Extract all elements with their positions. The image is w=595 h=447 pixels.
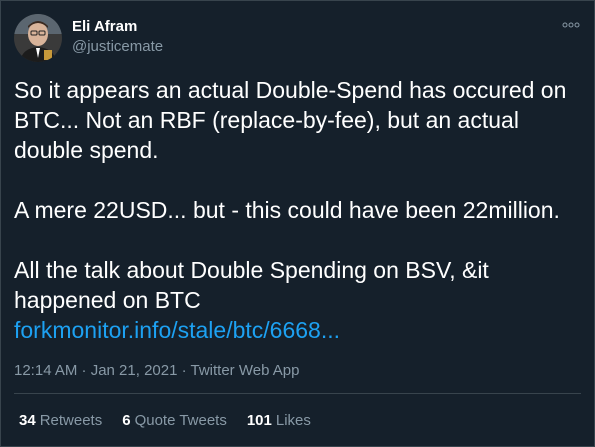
author-handle[interactable]: @justicemate [72,37,163,57]
avatar[interactable] [14,14,62,62]
tweet-card: Eli Afram @justicemate So it appears an … [0,0,595,447]
author-display-name[interactable]: Eli Afram [72,17,137,37]
likes-label: Likes [275,412,311,429]
tweet-text: So it appears an actual Double-Spend has… [14,77,567,313]
more-options-icon[interactable] [562,18,580,32]
divider [14,393,581,394]
retweets-stat[interactable]: 34 Retweets [19,411,102,431]
engagement-stats: 34 Retweets 6 Quote Tweets 101 Likes [19,411,311,431]
retweets-count: 34 [19,412,36,429]
likes-count: 101 [246,412,272,429]
quote-tweets-count: 6 [122,412,131,429]
likes-stat[interactable]: 101 Likes [247,411,311,431]
tweet-link[interactable]: forkmonitor.info/stale/btc/6668... [14,315,340,345]
tweet-timestamp[interactable]: 12:14 AM · Jan 21, 2021 · Twitter Web Ap… [14,361,299,381]
retweets-label: Retweets [39,412,103,429]
quote-tweets-label: Quote Tweets [134,412,227,429]
quote-tweets-stat[interactable]: 6 Quote Tweets [122,411,227,431]
